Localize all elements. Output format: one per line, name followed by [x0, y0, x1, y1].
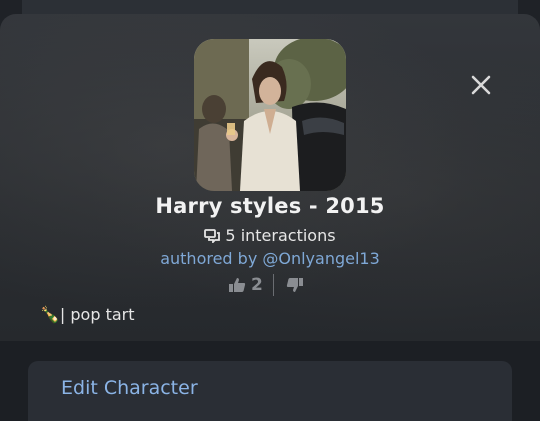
vote-divider — [272, 274, 274, 296]
dislike-button[interactable] — [286, 277, 304, 293]
interactions-count: 5 interactions — [0, 226, 540, 245]
character-name: Harry styles - 2015 — [155, 194, 385, 218]
author-link[interactable]: authored by @Onlyangel13 — [0, 249, 540, 268]
app-screen: Harry styles - 2015 5 interactions autho… — [0, 0, 540, 421]
close-button[interactable] — [466, 70, 496, 100]
like-count: 2 — [251, 275, 263, 295]
chat-bubbles-icon — [204, 229, 221, 243]
avatar-photo — [194, 39, 346, 191]
character-modal: Harry styles - 2015 5 interactions autho… — [0, 14, 540, 341]
actions-panel: Edit Character — [0, 341, 540, 421]
like-button[interactable]: 2 — [228, 275, 263, 295]
edit-character-label: Edit Character — [61, 377, 198, 399]
character-tagline: 🍾| pop tart — [40, 305, 135, 324]
vote-controls: 2 — [228, 273, 304, 297]
interactions-label: 5 interactions — [225, 226, 336, 245]
character-avatar — [194, 39, 346, 191]
close-icon — [471, 75, 491, 95]
thumbs-up-icon — [229, 278, 246, 292]
edit-character-button[interactable]: Edit Character — [28, 361, 512, 421]
thumbs-down-icon — [286, 278, 303, 292]
